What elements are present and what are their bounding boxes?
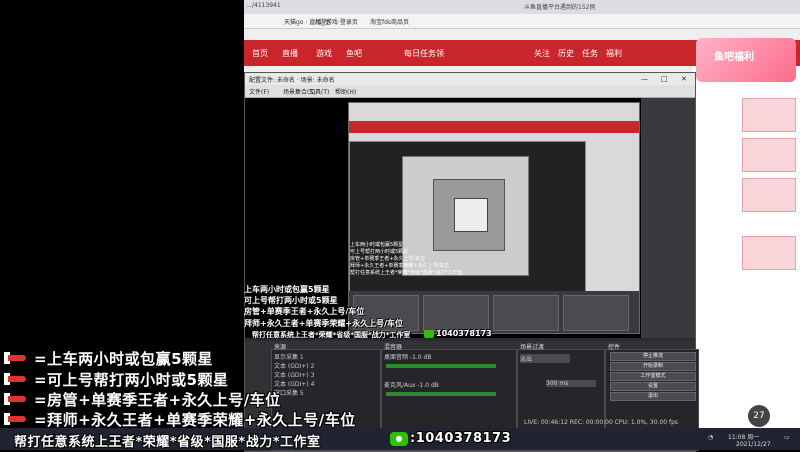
promo-text: 鱼吧福利 bbox=[714, 52, 754, 63]
controls-header: 控件 bbox=[608, 344, 621, 351]
small-overlay-line-5: 帮打任意系统上王者*荣耀*省级*国服*战力*工作室 bbox=[252, 331, 411, 339]
mic-volume-slider[interactable] bbox=[386, 392, 496, 396]
bookmarks-bar: 天猫go · 直播_主 九游游戏·登录页 淘宝fds商品页 bbox=[244, 14, 800, 29]
mixer-mic: 麦克风/Aux -1.0 dB bbox=[384, 382, 439, 389]
maximize-icon[interactable]: □ bbox=[661, 75, 668, 83]
nested-dock-2 bbox=[423, 295, 489, 331]
small-overlay-line-1: 上车两小时或包赢5颗星 bbox=[244, 285, 330, 294]
overlay-line-3: =房管+单赛季王者+永久上号/车位 bbox=[34, 391, 281, 409]
browser-tab-bar: …/4113941 斗鱼直播平台遇到的152例 bbox=[244, 0, 800, 14]
source-item-2[interactable]: 文本 (GDI+) 2 bbox=[274, 361, 314, 370]
rocket-icon bbox=[4, 373, 32, 385]
side-card-1[interactable] bbox=[742, 98, 796, 132]
mini-line-3: 房管+单赛季王者+永久上号/车位 bbox=[350, 256, 426, 262]
mini-line-2: 可上号帮打两小时或5颗星 bbox=[350, 249, 409, 255]
nav-history-icon[interactable]: 历史 bbox=[558, 48, 574, 59]
mini-line-1: 上车两小时或包赢5颗星 bbox=[350, 242, 404, 248]
settings-button[interactable]: 设置 bbox=[610, 382, 696, 391]
menu-tools[interactable]: 工具(T) bbox=[309, 87, 329, 96]
small-overlay-line-2: 可上号帮打两小时或5颗星 bbox=[244, 296, 338, 305]
overlay-line-4: =拜师+永久王者+单赛季荣耀+永久上号/车位 bbox=[34, 411, 356, 429]
side-card-4[interactable] bbox=[742, 236, 796, 270]
menu-help[interactable]: 帮助(H) bbox=[335, 87, 356, 96]
nested-nav bbox=[349, 121, 639, 133]
rocket-icon bbox=[4, 393, 32, 405]
nested-capture-2: 上车两小时或包赢5颗星 可上号帮打两小时或5颗星 房管+单赛季王者+永久上号/车… bbox=[349, 141, 586, 293]
nav-tasks[interactable]: 每日任务领 bbox=[404, 48, 444, 59]
overlay-line-5: 帮打任意系统上王者*荣耀*省级*国服*战力*工作室 bbox=[14, 435, 321, 450]
small-overlay-line-4: 拜师+永久王者+单赛季荣耀+永久上号/车位 bbox=[244, 319, 404, 328]
level-badge[interactable]: 27 bbox=[748, 405, 770, 427]
overlay-qq-number: :1040378173 bbox=[410, 431, 512, 446]
transition-select[interactable]: 淡出 bbox=[520, 354, 570, 363]
small-wechat-icon bbox=[424, 330, 434, 338]
overlay-line-2: =可上号帮打两小时或5颗星 bbox=[34, 371, 229, 389]
nav-live[interactable]: 直播 bbox=[282, 48, 298, 59]
side-card-2[interactable] bbox=[742, 138, 796, 172]
nav-follow-icon[interactable]: 关注 bbox=[534, 48, 550, 59]
mixer-desktop: 桌面音频 -1.0 dB bbox=[384, 354, 432, 361]
mini-line-4: 拜师+永久王者+单赛季荣耀+永久上号/车位 bbox=[350, 263, 450, 269]
clock-date: 2021/12/27 bbox=[736, 441, 771, 448]
rocket-icon bbox=[4, 352, 32, 364]
minimize-icon[interactable]: — bbox=[641, 75, 648, 83]
mixer-header: 混音器 bbox=[384, 344, 403, 351]
desktop-volume-slider[interactable] bbox=[386, 364, 496, 368]
source-item-1[interactable]: 显示采集 1 bbox=[274, 352, 304, 361]
nav-task-icon[interactable]: 任务 bbox=[582, 48, 598, 59]
obs-status-text: LIVE: 00:46:12 REC: 00:00:00 CPU: 1.0%, … bbox=[524, 419, 679, 426]
side-card-3[interactable] bbox=[742, 178, 796, 212]
nav-welfare-icon[interactable]: 福利 bbox=[606, 48, 622, 59]
rocket-icon bbox=[4, 413, 32, 425]
obs-title-bar: 配置文件: 未命名 · 场景: 未命名 — □ ✕ bbox=[245, 73, 695, 85]
obs-right-area bbox=[641, 98, 695, 338]
nested-capture: 上车两小时或包赢5颗星 可上号帮打两小时或5颗星 房管+单赛季王者+永久上号/车… bbox=[348, 102, 640, 334]
start-record-button[interactable]: 开始录制 bbox=[610, 362, 696, 371]
stop-stream-button[interactable]: 停止推流 bbox=[610, 352, 696, 361]
overlay-line-1: =上车两小时或包赢5颗星 bbox=[34, 350, 214, 368]
wechat-icon: ● bbox=[390, 432, 408, 446]
source-item-4[interactable]: 文本 (GDI+) 4 bbox=[274, 379, 314, 388]
obs-title: 配置文件: 未命名 · 场景: 未命名 bbox=[249, 77, 335, 84]
small-overlay-qq: 1040378173 bbox=[436, 329, 492, 338]
nav-home[interactable]: 首页 bbox=[252, 48, 268, 59]
nav-fishbar[interactable]: 鱼吧 bbox=[346, 48, 362, 59]
duration-input[interactable]: 300 ms bbox=[546, 380, 596, 387]
nested-capture-5 bbox=[454, 198, 488, 232]
nested-dock-4 bbox=[563, 295, 629, 331]
close-icon[interactable]: ✕ bbox=[681, 75, 687, 83]
tab-1[interactable]: …/4113941 bbox=[246, 2, 281, 9]
notification-icon[interactable]: ▭ bbox=[784, 434, 790, 441]
source-item-3[interactable]: 文本 (GDI+) 3 bbox=[274, 370, 314, 379]
studio-mode-button[interactable]: 工作室模式 bbox=[610, 372, 696, 381]
nav-games[interactable]: 游戏 bbox=[316, 48, 332, 59]
nested-dock-3 bbox=[493, 295, 559, 331]
obs-menu-bar: 文件(F) 场景集合(S) 工具(T) 帮助(H) bbox=[245, 85, 695, 98]
small-overlay-line-3: 房管+单赛季王者+永久上号/车位 bbox=[244, 307, 365, 316]
clock-time: 11:08 周一 bbox=[728, 434, 760, 441]
bookmark-2[interactable]: 九游游戏·登录页 bbox=[314, 17, 358, 26]
bookmark-3[interactable]: 淘宝fds商品页 bbox=[370, 17, 409, 26]
menu-file[interactable]: 文件(F) bbox=[249, 87, 269, 96]
tray-network-icon[interactable]: ◔ bbox=[708, 434, 713, 441]
nested-capture-4 bbox=[433, 179, 505, 251]
tab-2[interactable]: 斗鱼直播平台遇到的152例 bbox=[524, 2, 595, 11]
mini-overlay: 上车两小时或包赢5颗星 可上号帮打两小时或5颗星 房管+单赛季王者+永久上号/车… bbox=[350, 242, 463, 277]
exit-button[interactable]: 退出 bbox=[610, 392, 696, 401]
obs-window: 配置文件: 未命名 · 场景: 未命名 — □ ✕ 文件(F) 场景集合(S) … bbox=[244, 72, 699, 452]
sources-header: 来源 bbox=[274, 344, 287, 351]
transition-header: 场景过渡 bbox=[520, 344, 545, 351]
mini-line-5: 帮打任意系统上王者*荣耀*省级*国服*战力*工作室 bbox=[350, 270, 463, 276]
